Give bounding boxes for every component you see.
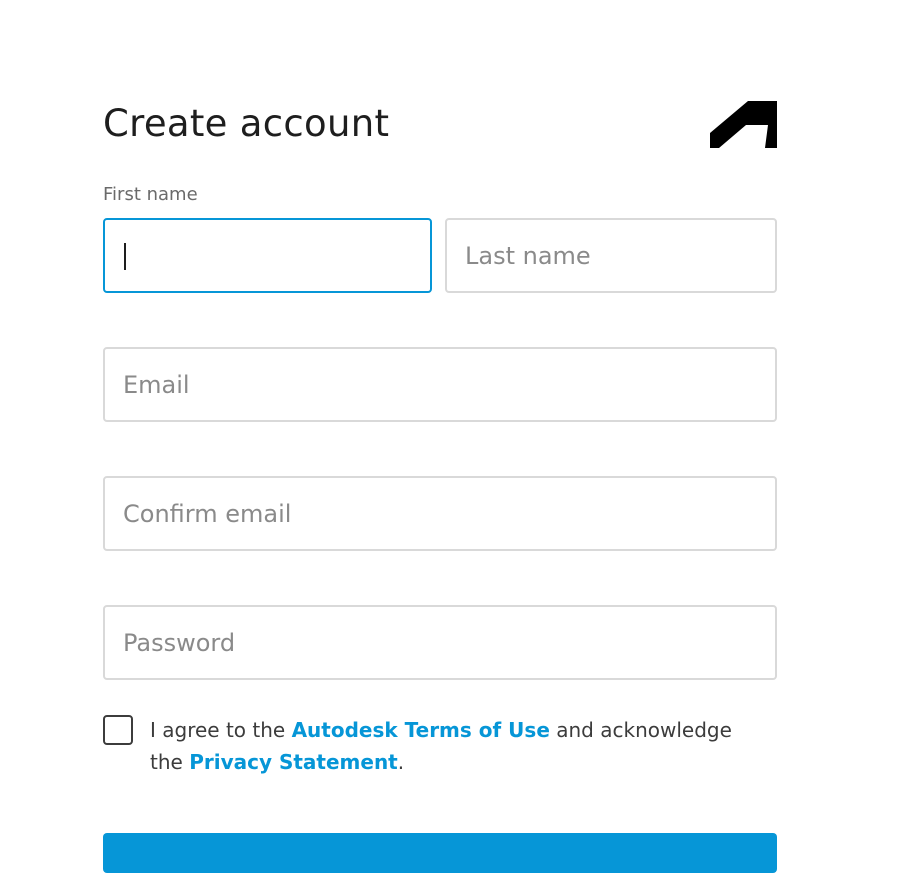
terms-of-use-link[interactable]: Autodesk Terms of Use bbox=[292, 718, 550, 742]
privacy-statement-link[interactable]: Privacy Statement bbox=[189, 750, 398, 774]
create-account-form: Create account First name I agree to the… bbox=[103, 0, 777, 873]
page-title: Create account bbox=[103, 102, 390, 145]
password-input[interactable] bbox=[103, 605, 777, 680]
autodesk-logo-icon bbox=[710, 101, 777, 148]
agreement-text-part-1: I agree to the bbox=[150, 718, 292, 742]
email-input[interactable] bbox=[103, 347, 777, 422]
agreement-text: I agree to the Autodesk Terms of Use and… bbox=[150, 714, 770, 778]
agreement-text-part-3: . bbox=[397, 750, 405, 774]
agree-checkbox[interactable] bbox=[103, 715, 133, 745]
first-name-label: First name bbox=[103, 184, 198, 205]
confirm-email-input[interactable] bbox=[103, 476, 777, 551]
first-name-input[interactable] bbox=[103, 218, 432, 293]
last-name-input[interactable] bbox=[445, 218, 777, 293]
create-account-button[interactable] bbox=[103, 833, 777, 873]
text-cursor bbox=[124, 243, 126, 270]
